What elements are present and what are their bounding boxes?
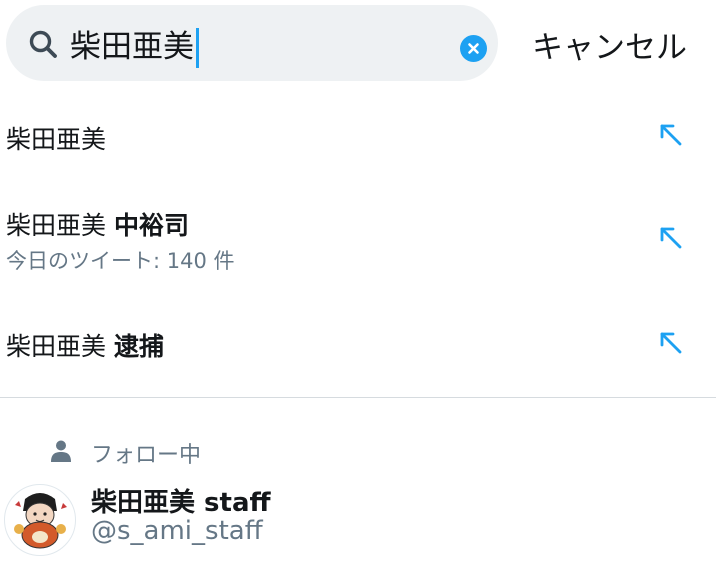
text-cursor — [196, 28, 199, 68]
section-divider — [0, 397, 716, 398]
user-handle: @s_ami_staff — [91, 516, 263, 546]
suggestion-item[interactable]: 柴田亜美 中裕司 今日のツイート: 140 件 — [0, 190, 716, 285]
search-icon — [29, 30, 57, 58]
fill-query-arrow-icon[interactable] — [656, 328, 684, 356]
fill-query-arrow-icon[interactable] — [656, 223, 684, 251]
close-icon — [468, 43, 479, 54]
avatar-illustration — [14, 493, 67, 549]
clear-search-button[interactable] — [460, 35, 487, 62]
user-name: 柴田亜美 staff — [91, 488, 271, 518]
suggestion-subtitle: 今日のツイート: 140 件 — [6, 249, 235, 273]
suggestion-bold: 逮捕 — [113, 332, 164, 361]
suggestion-plain: 柴田亜美 — [6, 332, 114, 361]
suggestion-plain: 柴田亜美 — [6, 125, 107, 154]
suggestion-item[interactable]: 柴田亜美 逮捕 — [0, 310, 716, 380]
search-input[interactable] — [70, 17, 450, 69]
suggestion-bold: 中裕司 — [113, 211, 189, 240]
suggestion-text: 柴田亜美 中裕司 — [6, 206, 189, 242]
avatar[interactable] — [4, 484, 76, 556]
fill-query-arrow-icon[interactable] — [656, 120, 684, 148]
person-icon — [51, 440, 71, 462]
following-section-label: フォロー中 — [91, 443, 202, 468]
search-bar[interactable] — [6, 5, 498, 81]
suggestion-plain: 柴田亜美 — [6, 211, 114, 240]
cancel-button[interactable]: キャンセル — [532, 22, 687, 67]
suggestion-text: 柴田亜美 逮捕 — [6, 327, 164, 363]
suggestion-item[interactable]: 柴田亜美 — [0, 100, 716, 170]
suggestion-text: 柴田亜美 — [6, 120, 106, 156]
